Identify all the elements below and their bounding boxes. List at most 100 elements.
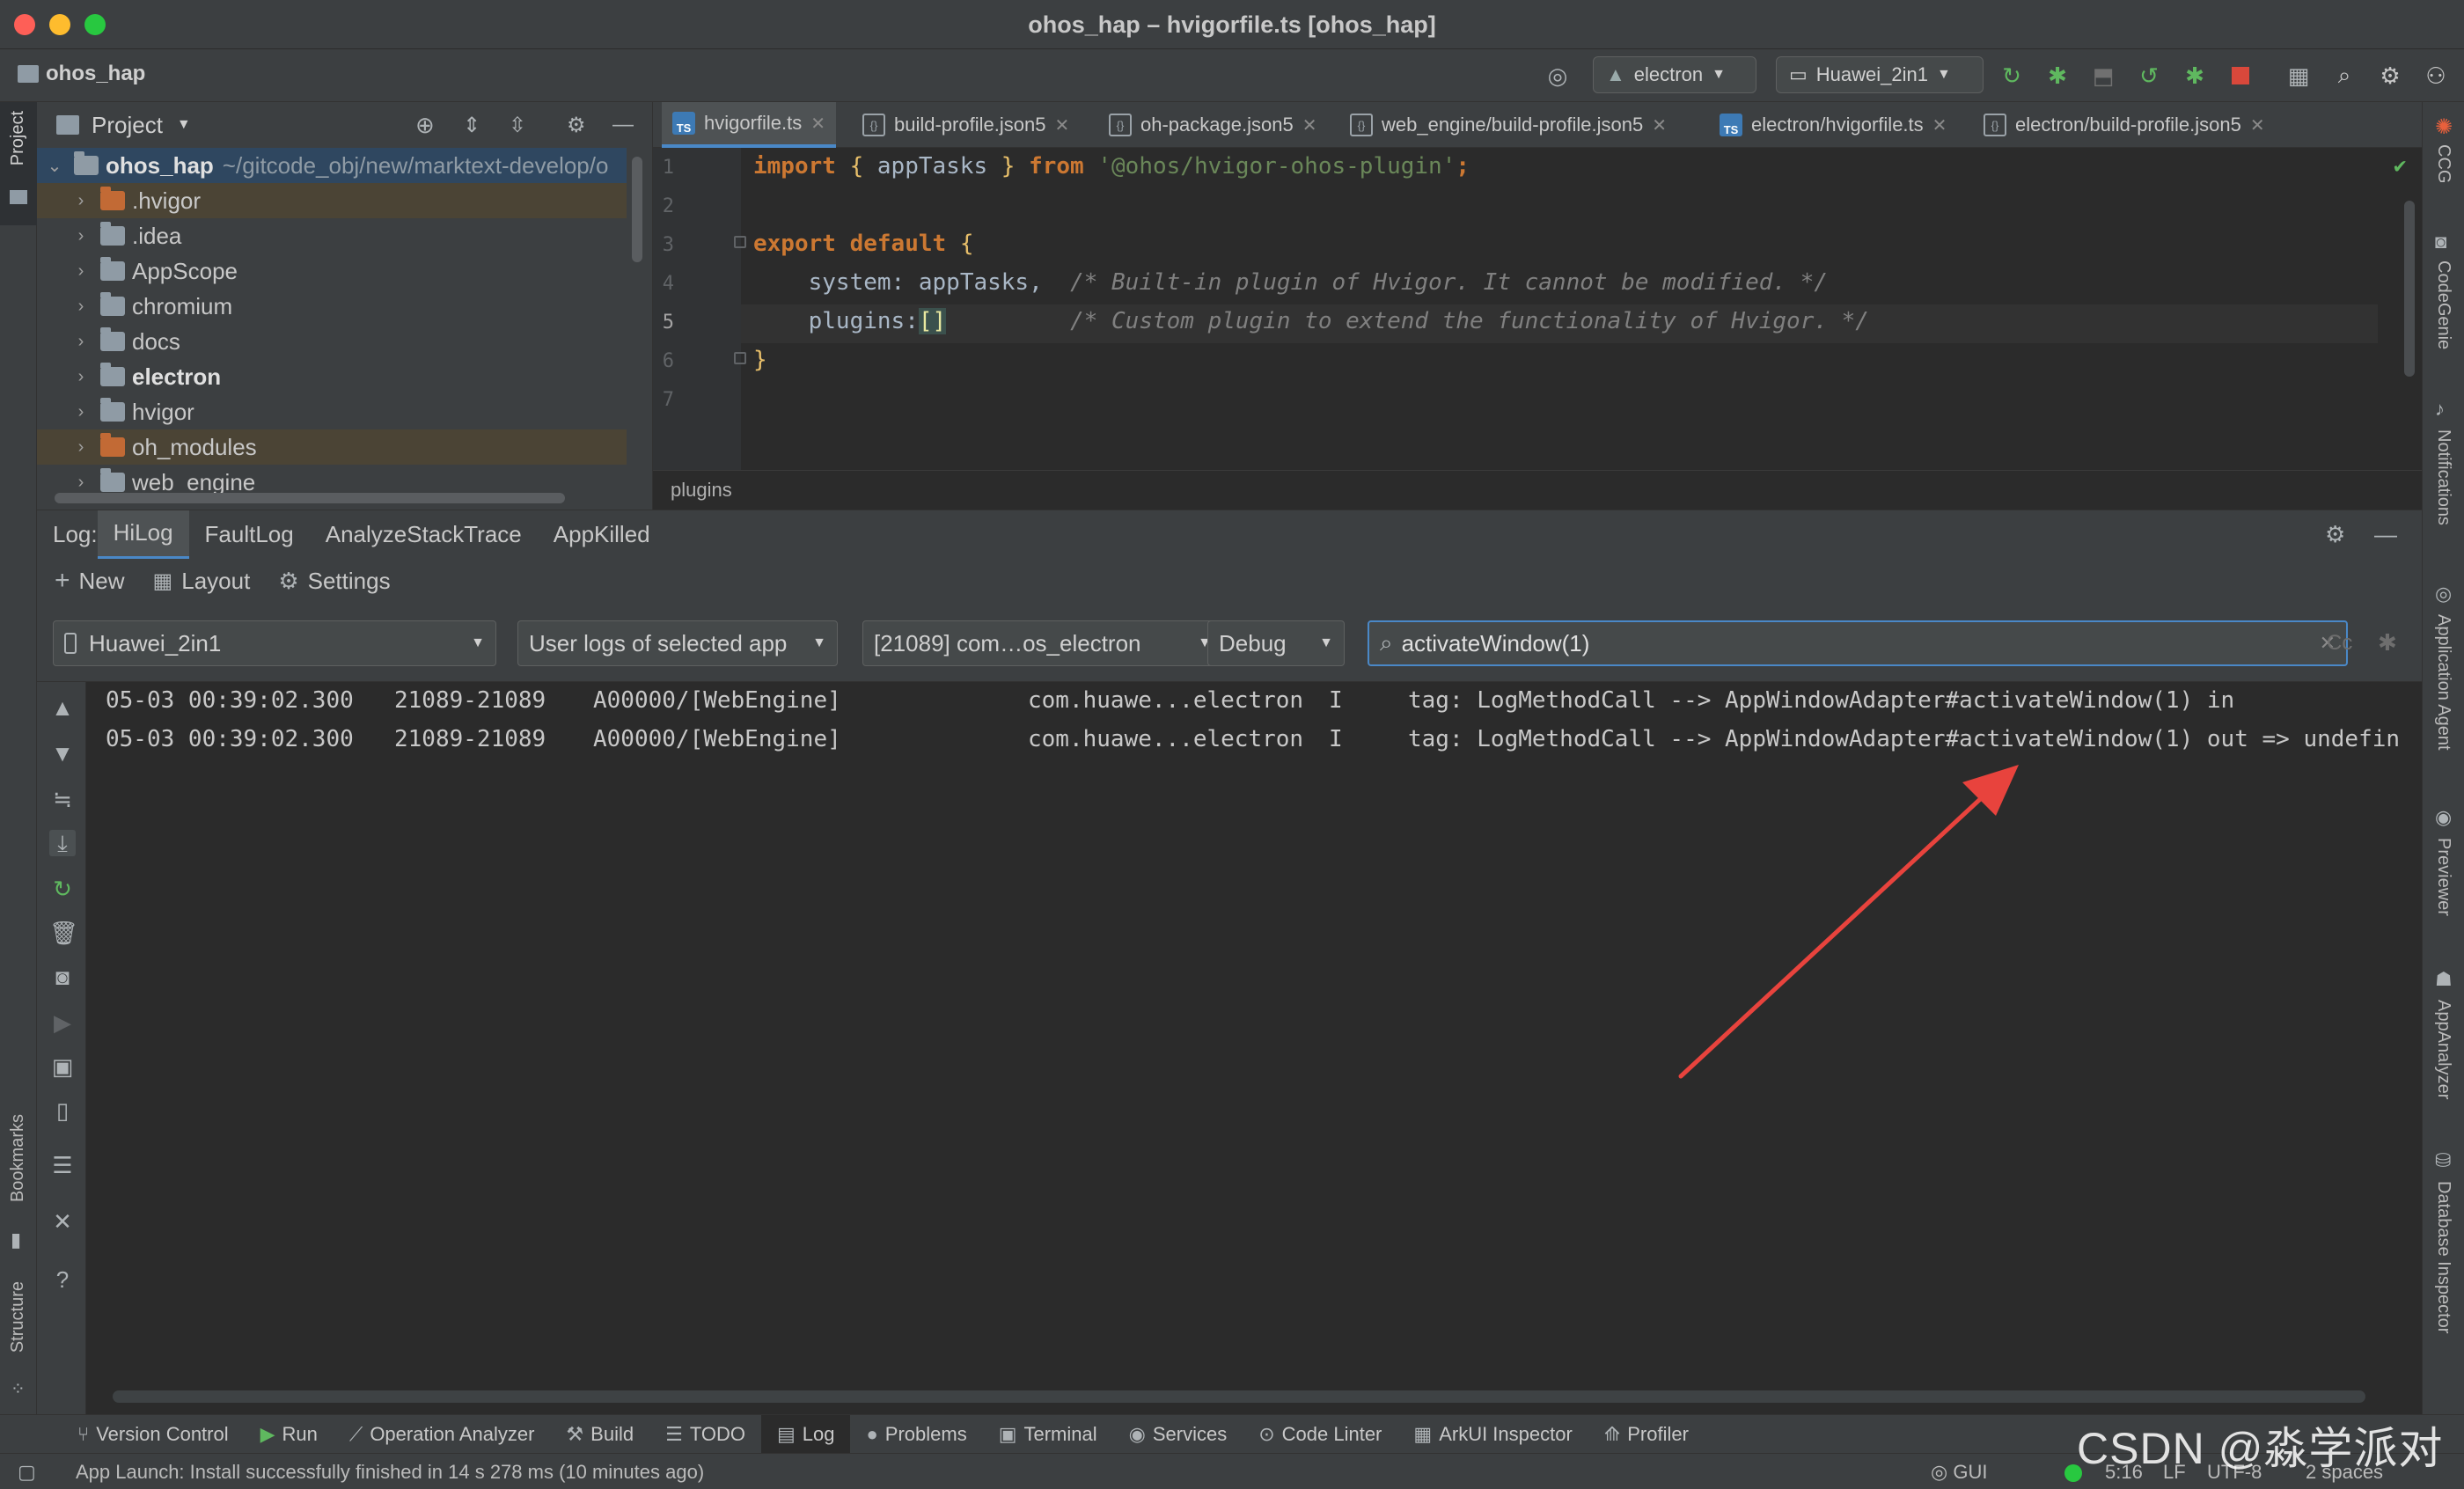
save-icon[interactable]: ▣ [49,1053,76,1080]
fold-icon[interactable] [734,236,746,248]
close-icon[interactable]: ✕ [810,113,825,135]
collapse-all-icon[interactable]: ⇳ [509,113,526,138]
chevron-right-icon[interactable]: › [72,473,90,493]
fold-icon[interactable] [734,352,746,364]
run-config-select[interactable]: ▲ electron ▼ [1593,56,1756,93]
restart-icon[interactable]: ↻ [49,876,76,902]
tool-window-code-linter[interactable]: ⊙ Code Linter [1243,1415,1397,1454]
tree-horizontal-scrollbar[interactable] [55,493,565,503]
scroll-to-end-icon[interactable]: ⤓ [49,830,76,856]
tab-app-killed[interactable]: AppKilled [538,510,666,560]
help-icon[interactable]: ? [49,1266,76,1293]
tool-window-build[interactable]: ⚒ Build [550,1415,649,1454]
tool-window-log[interactable]: ▤ Log [760,1414,851,1454]
tree-item[interactable]: › electron [37,359,627,394]
tab-analyze-stack-trace[interactable]: AnalyzeStackTrace [310,510,538,560]
tab-faultlog[interactable]: FaultLog [189,510,310,560]
log-search-input[interactable]: ⌕ activateWindow(1) ✕ [1368,620,2348,666]
log-horizontal-scrollbar[interactable] [113,1390,2365,1403]
attach-debugger-icon[interactable]: ⬒ [2087,60,2119,92]
tool-window-todo[interactable]: ☰ TODO [649,1415,761,1454]
debug-icon[interactable]: ✱ [2042,60,2073,92]
rerun-icon[interactable]: ↻ [1996,60,2028,92]
chevron-right-icon[interactable]: › [72,367,90,387]
chevron-right-icon[interactable]: › [72,261,90,282]
tab-hvigorfile[interactable]: TS hvigorfile.ts ✕ [662,102,837,148]
status-message[interactable]: App Launch: Install successfully finishe… [76,1461,704,1484]
editor-scrollbar[interactable] [2404,201,2415,377]
code-editor[interactable]: 1 2 3 4 5 6 7 import { appTasks } from '… [653,148,2422,470]
chevron-right-icon[interactable]: › [72,402,90,422]
tree-root[interactable]: ⌄ ohos_hap ~/gitcode_obj/new/marktext-de… [37,148,627,183]
tool-window-terminal[interactable]: ▣ Terminal [983,1415,1113,1454]
profile-icon[interactable]: ✱ [2179,60,2211,92]
tool-window-services[interactable]: ◉ Services [1113,1415,1243,1454]
notifications-tool-button[interactable]: Notifications [2433,429,2453,525]
expand-all-icon[interactable]: ⇕ [463,113,480,138]
tab-build-profile[interactable]: {} build-profile.json5 ✕ [852,102,1080,148]
soft-wrap-icon[interactable]: ≒ [49,786,76,812]
account-icon[interactable]: ⚇ [2420,60,2452,92]
tool-window-run[interactable]: ▶ Run [245,1415,334,1454]
hide-panel-icon[interactable]: — [612,113,634,137]
close-icon[interactable]: ✕ [1652,114,1667,136]
video-icon[interactable]: ▶ [49,1009,76,1036]
chevron-down-icon[interactable]: ▼ [177,117,191,133]
arrow-down-icon[interactable]: ▼ [49,740,76,767]
search-icon[interactable]: ⌕ [2328,60,2360,92]
settings-button[interactable]: ⚙ Settings [278,568,390,595]
tool-window-problems[interactable]: ● Problems [850,1415,982,1454]
gear-icon[interactable]: ⚙ [567,113,586,138]
arrow-up-icon[interactable]: ▲ [49,694,76,721]
project-tool-button[interactable]: Project [0,102,37,225]
tree-item[interactable]: › docs [37,324,627,359]
filter-settings-icon[interactable]: ☰ [49,1152,76,1178]
panel-toggle-icon[interactable]: ▢ [18,1461,36,1484]
gear-icon[interactable]: ⚙ [2325,521,2345,548]
chevron-right-icon[interactable]: › [72,191,90,211]
tree-item[interactable]: › chromium [37,289,627,324]
previewer-tool-button[interactable]: Previewer [2433,838,2453,916]
target-icon[interactable]: ◎ [1542,60,1573,92]
scope-filter-select[interactable]: User logs of selected app ▼ [517,620,838,666]
breadcrumb[interactable]: plugins [653,470,2422,509]
tree-vertical-scrollbar[interactable] [632,157,642,262]
locate-icon[interactable]: ⊕ [415,112,435,139]
tree-item[interactable]: › .idea [37,218,627,253]
regex-toggle[interactable]: ✱ [2378,629,2397,656]
close-icon[interactable]: ✕ [1302,114,1317,136]
ccg-tool-button[interactable]: CCG [2433,144,2453,183]
tree-item[interactable]: › AppScope [37,253,627,289]
tool-window-arkui-inspector[interactable]: ▦ ArkUI Inspector [1397,1415,1588,1454]
trash-icon[interactable]: 🗑 [49,920,78,946]
chevron-down-icon[interactable]: ⌄ [46,155,63,177]
project-breadcrumb[interactable]: ohos_hap [18,62,145,86]
process-filter-select[interactable]: [21089] com…os_electron ▼ [862,620,1223,666]
gui-status[interactable]: ◎ GUI [1931,1461,1987,1484]
apply-changes-icon[interactable]: ↺ [2133,60,2165,92]
appanalyzer-tool-button[interactable]: AppAnalyzer [2433,1000,2453,1099]
project-panel-title[interactable]: Project [92,112,163,139]
close-icon[interactable]: ✕ [1932,114,1947,136]
device-filter-select[interactable]: Huawei_2in1 ▼ [53,620,496,666]
tab-web-engine-build-profile[interactable]: {} web_engine/build-profile.json5 ✕ [1339,102,1677,148]
tree-item[interactable]: › hvigor [37,394,627,429]
stop-icon[interactable] [2225,60,2256,92]
hide-panel-icon[interactable]: — [2374,521,2397,548]
tool-window-version-control[interactable]: ⑂ Version Control [62,1415,245,1454]
device-manager-icon[interactable]: ▦ [2283,60,2314,92]
layout-button[interactable]: ▦ Layout [153,568,251,595]
new-button[interactable]: + New [55,566,125,596]
close-icon[interactable]: ✕ [1054,114,1069,136]
phone-icon[interactable]: ▯ [49,1097,76,1124]
tab-oh-package[interactable]: {} oh-package.json5 ✕ [1098,102,1327,148]
level-filter-select[interactable]: Debug ▼ [1207,620,1345,666]
tab-electron-build-profile[interactable]: {} electron/build-profile.json5 ✕ [1973,102,2276,148]
camera-icon[interactable]: ◙ [49,964,76,990]
structure-tool-button[interactable]: Structure [8,1281,28,1353]
close-icon[interactable]: ✕ [2250,114,2265,136]
chevron-right-icon[interactable]: › [72,226,90,246]
chevron-right-icon[interactable]: › [72,297,90,317]
chevron-right-icon[interactable]: › [72,437,90,458]
gear-icon[interactable]: ⚙ [2374,60,2406,92]
